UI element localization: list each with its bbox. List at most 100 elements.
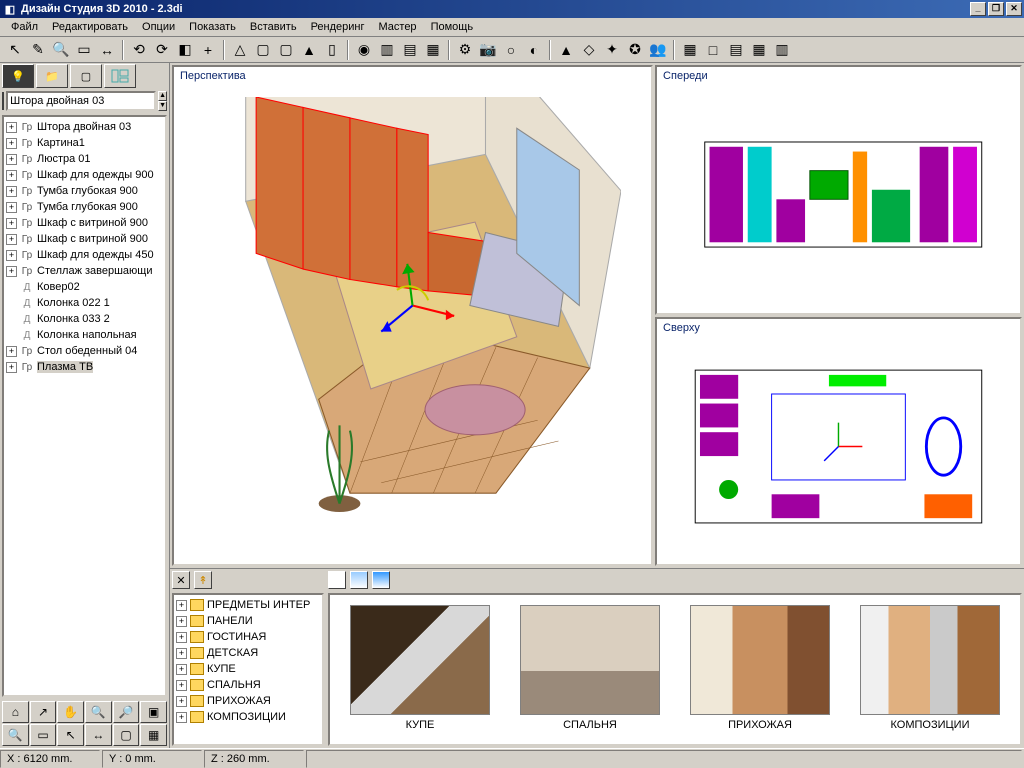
toolbar-dims-icon[interactable]: ↔ — [96, 39, 118, 61]
toolbar-square-icon[interactable]: ▢ — [252, 39, 274, 61]
menu-редактировать[interactable]: Редактировать — [45, 19, 135, 35]
toolbar-cam-icon[interactable]: ◉ — [353, 39, 375, 61]
tree-item[interactable]: ДКолонка напольная — [6, 327, 163, 343]
close-button[interactable]: ✕ — [1006, 2, 1022, 16]
menu-вставить[interactable]: Вставить — [243, 19, 304, 35]
object-color-swatch[interactable] — [2, 92, 4, 110]
toolbar-col-icon[interactable]: ▯ — [321, 39, 343, 61]
view-mode-grad2[interactable] — [372, 571, 390, 589]
viewport-perspective[interactable]: Перспектива — [172, 65, 653, 566]
tree-item[interactable]: +ГрТумба глубокая 900 — [6, 199, 163, 215]
thumbnail-grid[interactable]: КУПЕСПАЛЬНЯПРИХОЖАЯКОМПОЗИЦИИ — [328, 593, 1022, 746]
nav-arrow-icon[interactable]: ↗ — [30, 701, 57, 723]
catalog-folder[interactable]: +ДЕТСКАЯ — [176, 645, 320, 661]
toolbar-cone-icon[interactable]: ▲ — [298, 39, 320, 61]
tree-item[interactable]: +ГрКартина1 — [6, 135, 163, 151]
view-mode-grad1[interactable] — [350, 571, 368, 589]
tree-item[interactable]: ДКовер02 — [6, 279, 163, 295]
nav-page-icon[interactable]: ▢ — [113, 724, 140, 746]
menu-рендеринг[interactable]: Рендеринг — [304, 19, 372, 35]
combo-spinner[interactable]: ▲▼ — [158, 91, 167, 111]
catalog-folder[interactable]: +КОМПОЗИЦИИ — [176, 709, 320, 725]
tree-item[interactable]: +ГрШкаф с витриной 900 — [6, 231, 163, 247]
nav-zoomin-icon[interactable]: 🔍 — [85, 701, 112, 723]
toolbar-cone-icon[interactable]: ▲ — [555, 39, 577, 61]
menu-файл[interactable]: Файл — [4, 19, 45, 35]
nav-zoomout-icon[interactable]: 🔎 — [113, 701, 140, 723]
toolbar-grid-icon[interactable]: ▦ — [679, 39, 701, 61]
mode-light-button[interactable]: 💡 — [2, 64, 34, 88]
catalog-up-button[interactable]: ↟ — [194, 571, 212, 589]
catalog-thumbnail[interactable]: СПАЛЬНЯ — [520, 605, 660, 734]
toolbar-plus-icon[interactable]: + — [197, 39, 219, 61]
toolbar-mag4-icon[interactable]: ▥ — [771, 39, 793, 61]
nav-fit-icon[interactable]: ▣ — [140, 701, 167, 723]
toolbar-gear-icon[interactable]: ⚙ — [454, 39, 476, 61]
toolbar-edit-icon[interactable]: ✎ — [27, 39, 49, 61]
mode-objects-button[interactable]: 📁 — [36, 64, 68, 88]
nav-cursor-icon[interactable]: ↖ — [57, 724, 84, 746]
toolbar-drop-icon[interactable]: ◇ — [578, 39, 600, 61]
mode-plan-button[interactable] — [104, 64, 136, 88]
catalog-close-button[interactable]: ✕ — [172, 571, 190, 589]
toolbar-triangle-icon[interactable]: △ — [229, 39, 251, 61]
nav-rect-icon[interactable]: ▭ — [30, 724, 57, 746]
toolbar-mag3-icon[interactable]: ▦ — [748, 39, 770, 61]
toolbar-rect-icon[interactable]: ▭ — [73, 39, 95, 61]
tree-item[interactable]: +ГрСтеллаж завершающи — [6, 263, 163, 279]
toolbar-mag-icon[interactable]: 🔍 — [50, 39, 72, 61]
toolbar-tool_a-icon[interactable]: ⟲ — [128, 39, 150, 61]
nav-home-icon[interactable]: ⌂ — [2, 701, 29, 723]
tree-item[interactable]: +ГрШкаф для одежды 900 — [6, 167, 163, 183]
toolbar-mag1-icon[interactable]: □ — [702, 39, 724, 61]
scene-tree[interactable]: +ГрШтора двойная 03+ГрКартина1+ГрЛюстра … — [2, 115, 167, 697]
toolbar-photo-icon[interactable]: 📷 — [477, 39, 499, 61]
minimize-button[interactable]: _ — [970, 2, 986, 16]
menu-показать[interactable]: Показать — [182, 19, 243, 35]
object-name-combo[interactable] — [6, 91, 156, 111]
toolbar-thing-icon[interactable]: ✪ — [624, 39, 646, 61]
catalog-thumbnail[interactable]: ПРИХОЖАЯ — [690, 605, 830, 734]
toolbar-win3-icon[interactable]: ▦ — [422, 39, 444, 61]
toolbar-cursor-icon[interactable]: ↖ — [4, 39, 26, 61]
nav-hand-icon[interactable]: ✋ — [57, 701, 84, 723]
catalog-tree[interactable]: +ПРЕДМЕТЫ ИНТЕР+ПАНЕЛИ+ГОСТИНАЯ+ДЕТСКАЯ+… — [172, 593, 324, 746]
viewport-top[interactable]: Сверху — [655, 317, 1022, 567]
viewport-front[interactable]: Спереди — [655, 65, 1022, 315]
toolbar-people-icon[interactable]: 👥 — [647, 39, 669, 61]
menu-помощь[interactable]: Помощь — [424, 19, 481, 35]
toolbar-dome-icon[interactable]: ◐ — [523, 39, 545, 61]
tree-item[interactable]: +ГрТумба глубокая 900 — [6, 183, 163, 199]
nav-mag-icon[interactable]: 🔍 — [2, 724, 29, 746]
catalog-folder[interactable]: +ПАНЕЛИ — [176, 613, 320, 629]
tree-item[interactable]: +ГрЛюстра 01 — [6, 151, 163, 167]
catalog-folder[interactable]: +ПРЕДМЕТЫ ИНТЕР — [176, 597, 320, 613]
nav-dims-icon[interactable]: ↔ — [85, 724, 112, 746]
catalog-folder[interactable]: +КУПЕ — [176, 661, 320, 677]
toolbar-win2-icon[interactable]: ▤ — [399, 39, 421, 61]
menu-мастер[interactable]: Мастер — [372, 19, 424, 35]
toolbar-wand-icon[interactable]: ✦ — [601, 39, 623, 61]
menu-опции[interactable]: Опции — [135, 19, 182, 35]
toolbar-mag2-icon[interactable]: ▤ — [725, 39, 747, 61]
maximize-button[interactable]: ❐ — [988, 2, 1004, 16]
tree-item[interactable]: +ГрШкаф для одежды 450 — [6, 247, 163, 263]
catalog-thumbnail[interactable]: КУПЕ — [350, 605, 490, 734]
toolbar-tool_b-icon[interactable]: ⟳ — [151, 39, 173, 61]
tree-item[interactable]: +ГрПлазма ТВ — [6, 359, 163, 375]
toolbar-page-icon[interactable]: ▢ — [275, 39, 297, 61]
tree-item[interactable]: +ГрШкаф с витриной 900 — [6, 215, 163, 231]
toolbar-color-icon[interactable]: ◧ — [174, 39, 196, 61]
tree-item[interactable]: +ГрСтол обеденный 04 — [6, 343, 163, 359]
catalog-folder[interactable]: +ПРИХОЖАЯ — [176, 693, 320, 709]
toolbar-lightbulb-icon[interactable]: ○ — [500, 39, 522, 61]
view-mode-white[interactable] — [328, 571, 346, 589]
tree-item[interactable]: ДКолонка 022 1 — [6, 295, 163, 311]
catalog-folder[interactable]: +ГОСТИНАЯ — [176, 629, 320, 645]
nav-grid-icon[interactable]: ▦ — [140, 724, 167, 746]
tree-item[interactable]: +ГрШтора двойная 03 — [6, 119, 163, 135]
toolbar-win1-icon[interactable]: ▥ — [376, 39, 398, 61]
catalog-thumbnail[interactable]: КОМПОЗИЦИИ — [860, 605, 1000, 734]
tree-item[interactable]: ДКолонка 033 2 — [6, 311, 163, 327]
catalog-folder[interactable]: +СПАЛЬНЯ — [176, 677, 320, 693]
